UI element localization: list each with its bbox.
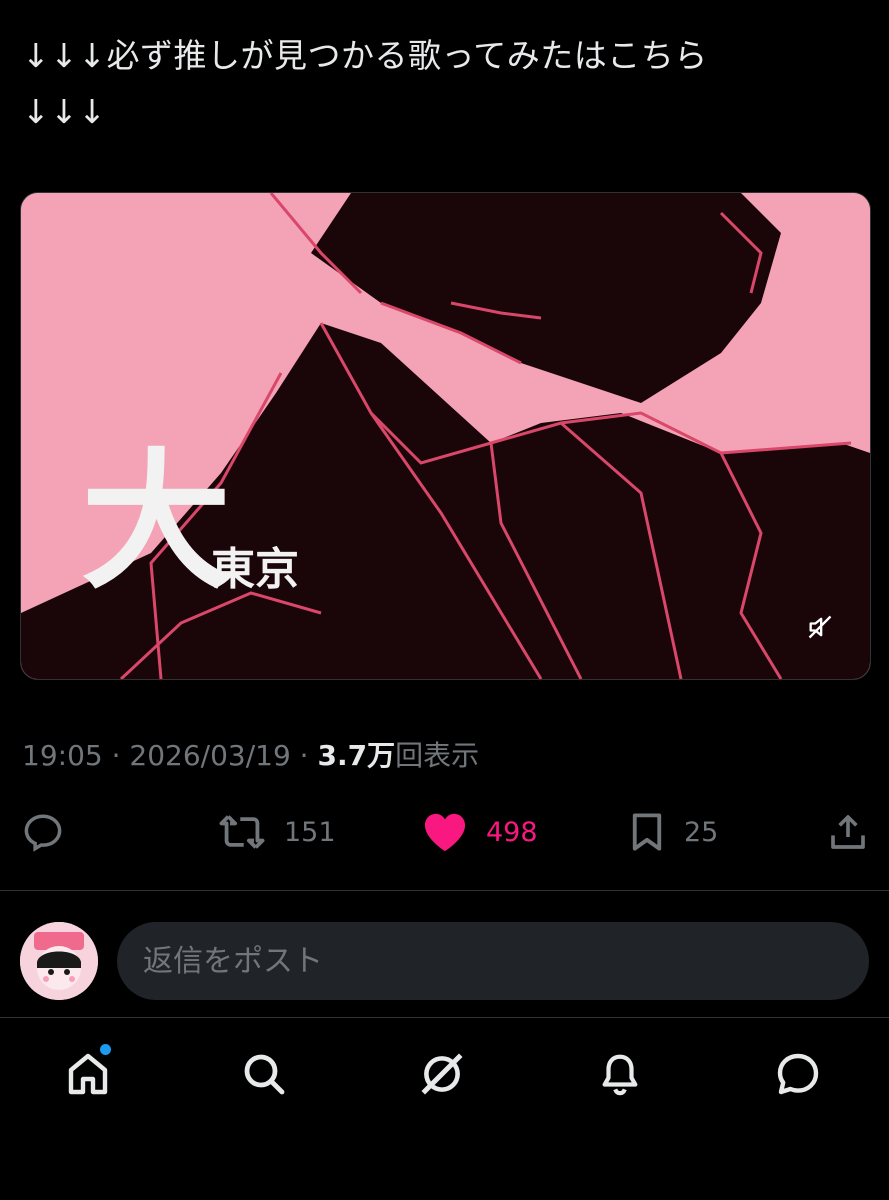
tweet-meta: 19:05 · 2026/03/19 · 3.7万回表示 bbox=[22, 734, 479, 774]
bottom-nav bbox=[0, 1018, 889, 1200]
retweet-count: 151 bbox=[284, 816, 336, 848]
avatar-image bbox=[20, 922, 98, 1000]
timestamp[interactable]: 19:05 · 2026/03/19 · bbox=[22, 739, 317, 772]
divider bbox=[0, 890, 889, 891]
bookmark-button[interactable]: 25 bbox=[628, 800, 718, 864]
tweet-text: ↓↓↓必ず推しが見つかる歌ってみたはこちら ↓↓↓ bbox=[22, 36, 708, 131]
heart-icon bbox=[424, 813, 466, 852]
bookmark-count: 25 bbox=[684, 816, 719, 848]
grok-icon bbox=[421, 1053, 463, 1095]
like-button[interactable]: 498 bbox=[422, 800, 538, 864]
reply-composer bbox=[0, 906, 889, 1016]
home-icon bbox=[68, 1053, 108, 1095]
bookmark-icon bbox=[632, 813, 662, 851]
speaker-muted-icon bbox=[808, 615, 832, 639]
nav-messages[interactable] bbox=[768, 1044, 828, 1104]
notifications-icon bbox=[602, 1054, 638, 1096]
retweet-button[interactable]: 151 bbox=[218, 800, 336, 864]
retweet-icon bbox=[219, 815, 265, 849]
mute-button[interactable] bbox=[806, 613, 840, 647]
action-bar: 151 498 25 bbox=[0, 800, 889, 864]
notification-dot bbox=[100, 1044, 111, 1055]
views-count: 3.7万 bbox=[317, 739, 396, 772]
views-label: 回表示 bbox=[395, 739, 480, 772]
nav-home[interactable] bbox=[58, 1044, 118, 1104]
video-player[interactable]: 大 東京 bbox=[20, 192, 871, 680]
reply-input[interactable] bbox=[117, 922, 869, 1000]
nav-grok[interactable] bbox=[412, 1044, 472, 1104]
overlay-title-small: 東京 bbox=[211, 544, 299, 595]
share-button[interactable] bbox=[828, 800, 868, 864]
reply-button[interactable] bbox=[22, 800, 64, 864]
avatar[interactable] bbox=[20, 922, 98, 1000]
search-icon bbox=[244, 1054, 285, 1095]
nav-search[interactable] bbox=[234, 1044, 294, 1104]
like-count: 498 bbox=[486, 816, 538, 848]
share-icon bbox=[831, 815, 865, 849]
nav-notifications[interactable] bbox=[590, 1044, 650, 1104]
reply-icon bbox=[24, 814, 62, 852]
overlay-title-large: 大 bbox=[81, 436, 232, 610]
messages-icon bbox=[777, 1053, 819, 1095]
